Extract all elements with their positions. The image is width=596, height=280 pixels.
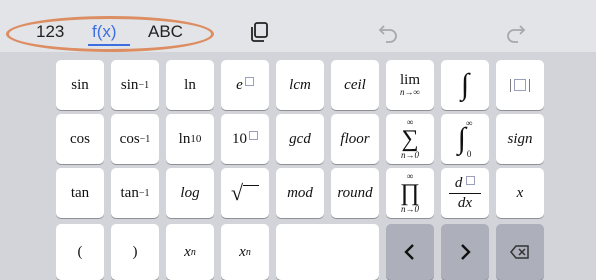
key-sqrt[interactable]: √ bbox=[221, 168, 269, 218]
chevron-left-icon bbox=[404, 244, 414, 260]
backspace-icon bbox=[510, 245, 529, 259]
placeholder-box bbox=[244, 76, 254, 86]
key-arctan[interactable]: tan −1 bbox=[111, 168, 159, 218]
copy-icon[interactable] bbox=[248, 20, 272, 44]
key-x[interactable]: x bbox=[496, 168, 544, 218]
chevron-right-icon bbox=[461, 244, 471, 260]
placeholder-box bbox=[466, 175, 476, 185]
key-exp[interactable]: e bbox=[221, 60, 269, 110]
function-keyboard: sin sin −1 ln e lcm ceil lim n→∞ ∫ | | cos … bbox=[0, 52, 596, 280]
key-cos[interactable]: cos bbox=[56, 114, 104, 164]
keyboard-toolbar: 123 f(x) ABC bbox=[0, 0, 596, 52]
key-gcd[interactable]: gcd bbox=[276, 114, 324, 164]
key-tan[interactable]: tan bbox=[56, 168, 104, 218]
key-floor[interactable]: floor bbox=[331, 114, 379, 164]
placeholder-box bbox=[249, 130, 258, 140]
key-log10[interactable]: ln 10 bbox=[166, 114, 214, 164]
key-pow10[interactable]: 10 bbox=[221, 114, 269, 164]
key-x-power[interactable]: xn bbox=[166, 224, 214, 280]
key-integral[interactable]: ∫ bbox=[441, 60, 489, 110]
key-round[interactable]: round bbox=[331, 168, 379, 218]
tab-fx[interactable]: f(x) bbox=[92, 22, 117, 42]
key-abs[interactable]: | | bbox=[496, 60, 544, 110]
key-definite-integral[interactable]: ∫ ∞ 0 bbox=[441, 114, 489, 164]
key-cursor-right[interactable] bbox=[441, 224, 489, 280]
active-tab-underline bbox=[88, 44, 130, 46]
key-ln[interactable]: ln bbox=[166, 60, 214, 110]
undo-icon[interactable] bbox=[376, 20, 400, 44]
key-mod[interactable]: mod bbox=[276, 168, 324, 218]
placeholder-box bbox=[514, 79, 526, 91]
key-x-subscript[interactable]: xn bbox=[221, 224, 269, 280]
redo-icon[interactable] bbox=[504, 20, 528, 44]
tab-abc[interactable]: ABC bbox=[148, 22, 183, 42]
key-space[interactable] bbox=[276, 224, 379, 280]
key-product[interactable]: ∞ ∏ n→0 bbox=[386, 168, 434, 218]
placeholder-box bbox=[243, 185, 260, 199]
key-backspace[interactable] bbox=[496, 224, 544, 280]
key-lcm[interactable]: lcm bbox=[276, 60, 324, 110]
key-sum[interactable]: ∞ ∑ n→0 bbox=[386, 114, 434, 164]
key-limit[interactable]: lim n→∞ bbox=[386, 60, 434, 110]
key-ceil[interactable]: ceil bbox=[331, 60, 379, 110]
tab-123[interactable]: 123 bbox=[36, 22, 64, 42]
key-derivative[interactable]: d dx bbox=[441, 168, 489, 218]
key-arccos[interactable]: cos −1 bbox=[111, 114, 159, 164]
key-left-paren[interactable]: ( bbox=[56, 224, 104, 280]
key-log[interactable]: log bbox=[166, 168, 214, 218]
key-sin[interactable]: sin bbox=[56, 60, 104, 110]
key-arcsin[interactable]: sin −1 bbox=[111, 60, 159, 110]
key-cursor-left[interactable] bbox=[386, 224, 434, 280]
key-sign[interactable]: sign bbox=[496, 114, 544, 164]
key-right-paren[interactable]: ) bbox=[111, 224, 159, 280]
